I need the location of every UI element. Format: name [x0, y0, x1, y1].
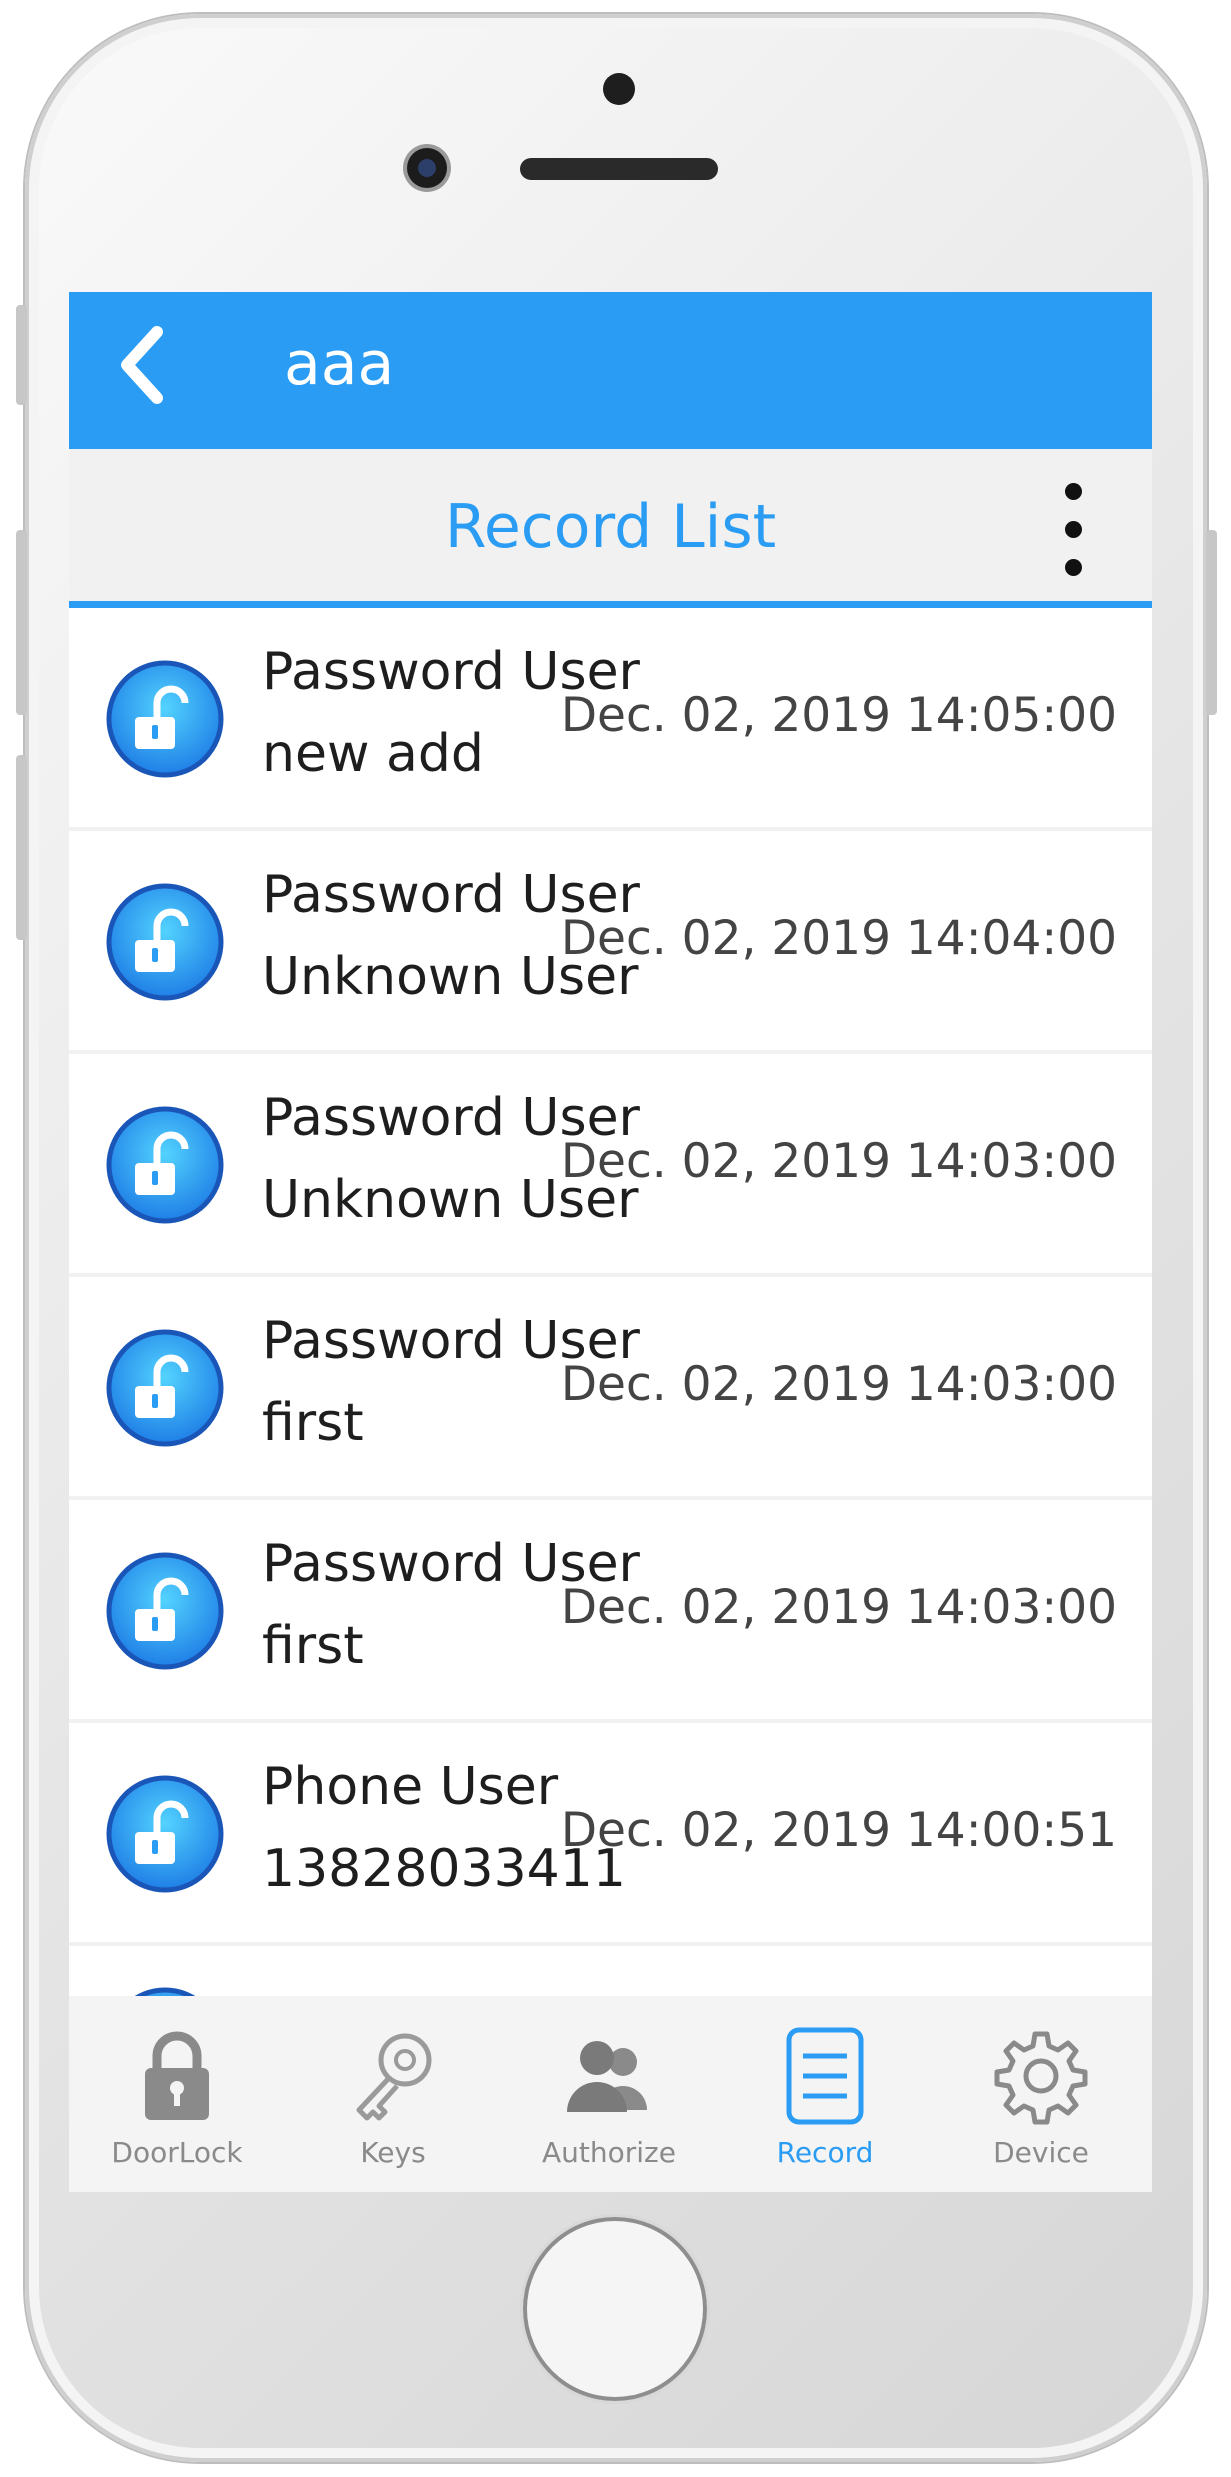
record-time: Dec. 02, 2019 14:05:00: [560, 688, 1117, 743]
tab-record[interactable]: Record: [717, 1996, 933, 2192]
key-icon: [356, 2033, 432, 2121]
unlock-icon: [106, 1329, 224, 1447]
record-user: first: [262, 1616, 364, 1676]
unlock-icon: [134, 1987, 196, 1996]
users-icon: [567, 2041, 647, 2112]
tab-keys[interactable]: Keys: [285, 1996, 501, 2192]
record-user: new add: [262, 724, 484, 784]
unlock-icon: [106, 1552, 224, 1670]
record-time: Dec. 02, 2019 14:00:51: [560, 1803, 1117, 1858]
front-camera: [407, 148, 447, 188]
record-time: Dec. 02, 2019 14:03:00: [560, 1134, 1117, 1189]
list-item[interactable]: Password User Unknown User Dec. 02, 2019…: [69, 1054, 1152, 1273]
sensor-dot: [603, 73, 635, 105]
record-time: Dec. 02, 2019 14:03:00: [560, 1580, 1117, 1635]
power-button: [1206, 530, 1217, 715]
unlock-icon: [106, 1106, 224, 1224]
volume-down-button: [16, 755, 27, 940]
unlock-icon: [106, 660, 224, 778]
list-item-partial[interactable]: [69, 1946, 1152, 1996]
mute-switch: [16, 305, 27, 405]
list-item[interactable]: Password User Unknown User Dec. 02, 2019…: [69, 831, 1152, 1050]
tab-label: Record: [776, 2136, 874, 2169]
record-time: Dec. 02, 2019 14:04:00: [560, 911, 1117, 966]
volume-up-button: [16, 530, 27, 715]
section-title: Record List: [444, 492, 777, 562]
document-list-icon: [786, 2027, 864, 2125]
tab-authorize[interactable]: Authorize: [501, 1996, 717, 2192]
top-app-bar: aaa: [69, 292, 1152, 449]
app-screen: aaa Record List Password User new add De…: [69, 292, 1152, 2192]
section-header: Record List: [69, 449, 1152, 608]
gear-icon: [994, 2031, 1088, 2125]
record-time: Dec. 02, 2019 14:03:00: [560, 1357, 1117, 1412]
page-title: aaa: [284, 329, 395, 399]
tab-label: Authorize: [542, 2136, 676, 2169]
tab-device[interactable]: Device: [933, 1996, 1149, 2192]
tab-label: Device: [993, 2136, 1089, 2169]
tab-doorlock[interactable]: DoorLock: [69, 1996, 285, 2192]
bottom-tab-bar: DoorLock Keys Authorize Record Device: [69, 1996, 1152, 2192]
list-item[interactable]: Password User new add Dec. 02, 2019 14:0…: [69, 608, 1152, 827]
unlock-icon: [106, 883, 224, 1001]
more-vertical-icon[interactable]: [1049, 475, 1099, 585]
tab-label: Keys: [360, 2136, 426, 2169]
padlock-icon: [145, 2031, 209, 2120]
record-type: Phone User: [262, 1757, 559, 1817]
list-item[interactable]: Phone User 13828033411 Dec. 02, 2019 14:…: [69, 1723, 1152, 1942]
earpiece-speaker: [520, 158, 718, 180]
record-user: first: [262, 1393, 364, 1453]
list-item[interactable]: Password User first Dec. 02, 2019 14:03:…: [69, 1277, 1152, 1496]
list-item[interactable]: Password User first Dec. 02, 2019 14:03:…: [69, 1500, 1152, 1719]
tab-label: DoorLock: [111, 2136, 243, 2169]
home-button[interactable]: [523, 2217, 707, 2401]
record-list: Password User new add Dec. 02, 2019 14:0…: [69, 608, 1152, 1996]
unlock-icon: [106, 1775, 224, 1893]
chevron-left-icon[interactable]: [113, 320, 173, 410]
